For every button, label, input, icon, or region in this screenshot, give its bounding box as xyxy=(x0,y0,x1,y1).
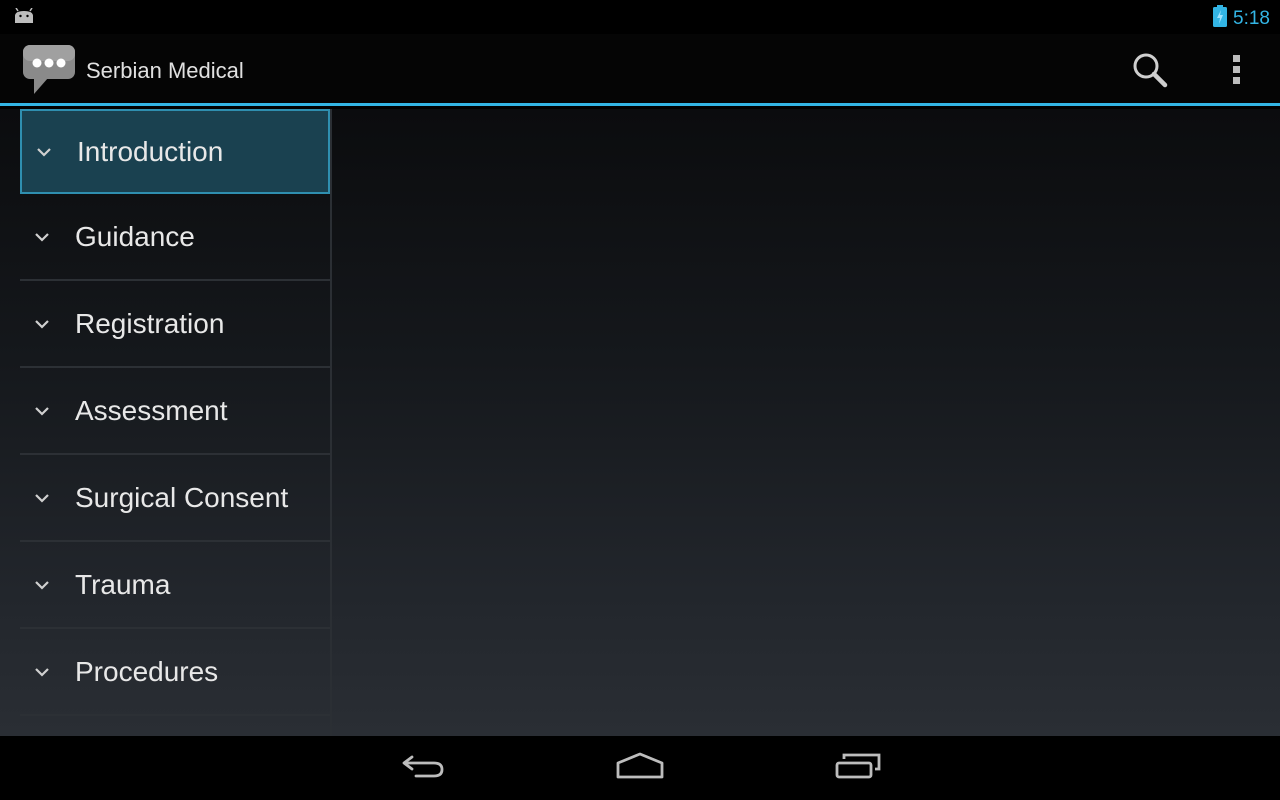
battery-charging-icon xyxy=(1213,5,1228,32)
chevron-down-icon xyxy=(37,147,51,157)
section-item-guidance[interactable]: Guidance xyxy=(20,194,330,281)
app-title: Serbian Medical xyxy=(86,58,244,83)
action-bar: Serbian Medical xyxy=(0,34,1280,106)
section-item-procedures[interactable]: Procedures xyxy=(20,629,330,716)
section-label: Trauma xyxy=(75,568,171,600)
back-icon xyxy=(400,751,448,786)
content-area: Introduction Guidance Registration Asses… xyxy=(0,109,1280,736)
section-label: Assessment xyxy=(75,394,228,426)
section-label: Procedures xyxy=(75,655,219,687)
back-button[interactable] xyxy=(398,750,450,786)
home-icon xyxy=(614,751,666,786)
section-label: Surgical Consent xyxy=(75,481,289,513)
chevron-down-icon xyxy=(35,667,49,677)
home-button[interactable] xyxy=(612,750,668,786)
chevron-down-icon xyxy=(35,580,49,590)
status-clock: 5:18 xyxy=(1233,7,1270,29)
section-item-introduction[interactable]: Introduction xyxy=(20,109,330,194)
chevron-down-icon xyxy=(35,406,49,416)
android-notification-icon xyxy=(12,7,36,29)
search-button[interactable] xyxy=(1128,50,1172,94)
search-icon xyxy=(1131,51,1169,94)
section-list: Introduction Guidance Registration Asses… xyxy=(20,109,330,716)
section-item-registration[interactable]: Registration xyxy=(20,281,330,368)
section-item-trauma[interactable]: Trauma xyxy=(20,542,330,629)
chevron-down-icon xyxy=(35,493,49,503)
section-label: Guidance xyxy=(75,220,195,252)
chevron-down-icon xyxy=(35,319,49,329)
chat-bubble-icon[interactable] xyxy=(22,44,76,101)
section-label: Registration xyxy=(75,307,225,339)
overflow-menu-button[interactable] xyxy=(1220,50,1254,94)
more-vertical-icon xyxy=(1233,54,1241,90)
section-item-surgical-consent[interactable]: Surgical Consent xyxy=(20,455,330,542)
system-navigation-bar xyxy=(0,736,1280,800)
section-item-assessment[interactable]: Assessment xyxy=(20,368,330,455)
pane-divider xyxy=(330,109,332,736)
status-bar: 5:18 xyxy=(0,0,1280,34)
section-label: Introduction xyxy=(77,135,224,167)
recent-apps-button[interactable] xyxy=(832,750,884,786)
chevron-down-icon xyxy=(35,232,49,242)
recent-apps-icon xyxy=(834,751,882,786)
